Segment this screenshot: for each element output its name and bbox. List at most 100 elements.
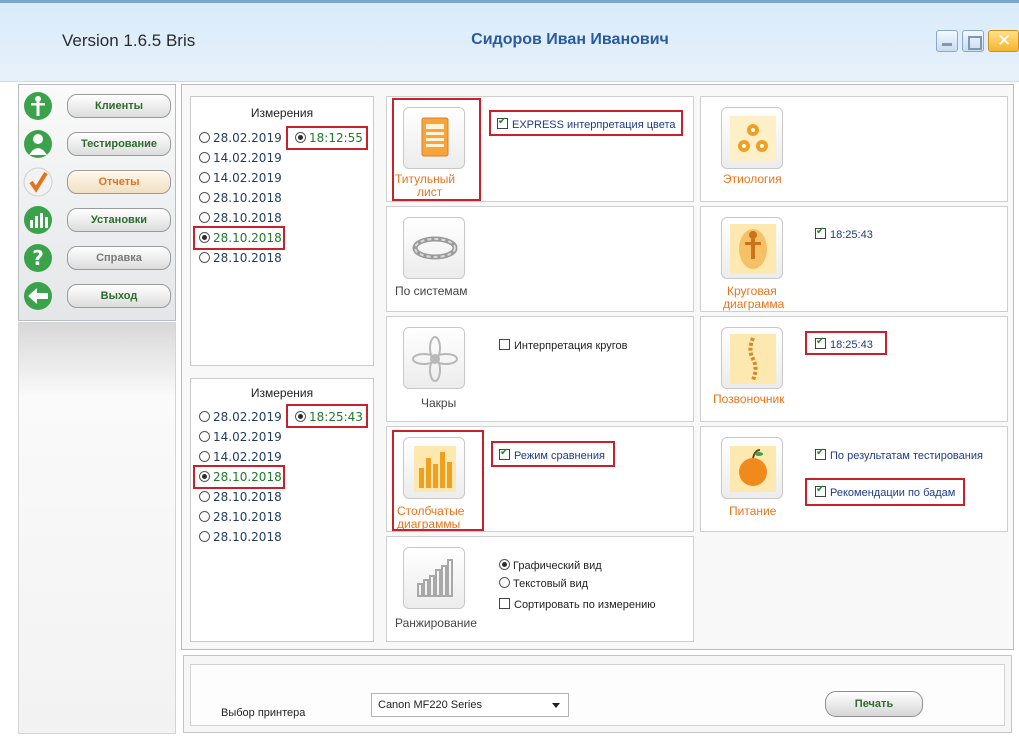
report-bar-charts: Столбчатыедиаграммы Режим сравнения — [386, 426, 694, 532]
chakras-label: Чакры — [421, 396, 457, 410]
circular-time-option[interactable]: 18:25:43 — [815, 226, 873, 241]
checkbox[interactable] — [499, 598, 510, 609]
reports-button[interactable]: Отчеты — [67, 170, 171, 194]
report-ranking: Ранжирование Графический вид Текстовый в… — [386, 536, 694, 642]
version-label: Version 1.6.5 Bris — [62, 31, 196, 50]
measurement-row[interactable]: 14.02.2019 — [199, 151, 282, 169]
report-circular-diagram: Круговаядиаграмма 18:25:43 — [700, 206, 1008, 312]
help-button[interactable]: Справка — [67, 246, 171, 270]
text-view-option[interactable]: Текстовый вид — [499, 577, 588, 590]
sort-by-measurement-option[interactable]: Сортировать по измерению — [499, 598, 655, 611]
highlight-box — [193, 465, 285, 489]
close-icon: ✕ — [997, 31, 1012, 51]
nav-item-settings[interactable]: Установки — [23, 203, 173, 237]
radio-button[interactable] — [199, 252, 210, 263]
measurement-row[interactable]: 28.10.2018 — [199, 191, 282, 209]
radio-button[interactable] — [199, 172, 210, 183]
report-chakras: Чакры Интерпретация кругов — [386, 316, 694, 422]
measurement-row[interactable]: 14.02.2019 — [199, 430, 282, 448]
ranking-label: Ранжирование — [395, 616, 477, 630]
printer-select-label: Выбор принтера — [221, 707, 306, 719]
by-systems-report-button[interactable] — [403, 217, 465, 279]
ranking-report-button[interactable] — [403, 547, 465, 609]
chakras-report-button[interactable] — [403, 327, 465, 389]
radio-button[interactable] — [199, 132, 210, 143]
spine-label: Позвоночник — [713, 392, 785, 406]
nav-item-clients[interactable]: Клиенты — [23, 89, 173, 123]
measurements-title: Измерения — [250, 106, 314, 120]
measurement-row[interactable]: 28.10.2018 — [199, 490, 282, 508]
lotus-icon — [412, 336, 458, 382]
measurements-panel-2: Измерения 28.02.2019 18:25:43 14.02.2019… — [190, 378, 374, 642]
highlight-box — [805, 331, 887, 355]
by-systems-label: По системам — [395, 284, 468, 298]
nav-item-testing[interactable]: Тестирование — [23, 127, 173, 161]
radio-button[interactable] — [199, 411, 210, 422]
circular-diagram-label: Круговая диаграмма — [723, 284, 785, 311]
measurements-title: Измерения — [250, 386, 314, 400]
svg-text:?: ? — [32, 246, 44, 270]
circular-diagram-report-button[interactable] — [721, 217, 783, 279]
ranking-bars-icon — [417, 559, 453, 597]
title-bar: Version 1.6.5 Bris Сидоров Иван Иванович… — [0, 0, 1019, 64]
etiology-label: Этиология — [723, 172, 782, 186]
checkbox[interactable] — [815, 447, 826, 460]
nav-item-exit[interactable]: Выход — [23, 279, 173, 313]
radio-button[interactable] — [199, 531, 210, 542]
question-icon: ? — [24, 244, 52, 272]
close-button[interactable]: ✕ — [988, 30, 1019, 52]
clients-button[interactable]: Клиенты — [67, 94, 171, 118]
circles-interpretation-option[interactable]: Интерпретация кругов — [499, 339, 628, 352]
maximize-button[interactable] — [962, 30, 984, 52]
radio-button[interactable] — [199, 192, 210, 203]
minimize-button[interactable] — [936, 30, 958, 52]
checkbox[interactable] — [815, 226, 826, 239]
by-testing-results-option[interactable]: По результатам тестирования — [815, 447, 983, 462]
measurements-panel-1: Измерения 28.02.2019 18:12:55 14.02.2019… — [190, 96, 374, 366]
person-icon — [24, 130, 52, 158]
settings-button[interactable]: Установки — [67, 208, 171, 232]
spine-report-button[interactable] — [721, 327, 783, 389]
printer-select-value: Canon MF220 Series — [378, 699, 482, 711]
testing-button[interactable]: Тестирование — [67, 132, 171, 156]
printer-select[interactable]: Canon MF220 Series — [371, 693, 569, 717]
radio-button[interactable] — [199, 152, 210, 163]
radio-button[interactable] — [499, 559, 510, 570]
etiology-report-button[interactable] — [721, 107, 783, 169]
highlight-box — [392, 98, 481, 201]
radio-button[interactable] — [499, 577, 510, 588]
exit-arrow-icon — [24, 282, 52, 310]
graphic-view-option[interactable]: Графический вид — [499, 559, 602, 572]
apple-icon — [730, 446, 776, 492]
report-title-page: Титульныйлист EXPRESS интерпретация цвет… — [386, 96, 694, 202]
measurement-row[interactable]: 28.02.2019 — [199, 131, 282, 149]
radio-button[interactable] — [199, 451, 210, 462]
highlight-box — [805, 478, 965, 506]
checkbox[interactable] — [499, 339, 510, 350]
nutrition-report-button[interactable] — [721, 437, 783, 499]
measurement-row[interactable]: 28.10.2018 — [199, 510, 282, 528]
radio-button[interactable] — [199, 511, 210, 522]
ring-icon — [412, 236, 458, 260]
radio-button[interactable] — [199, 212, 210, 223]
highlight-box — [286, 126, 368, 150]
report-spine: Позвоночник 18:25:43 — [700, 316, 1008, 422]
body-aura-icon — [730, 224, 776, 274]
nav-item-help[interactable]: ? Справка — [23, 241, 173, 275]
checkmark-icon — [23, 167, 53, 197]
radio-button[interactable] — [199, 431, 210, 442]
nav-item-reports[interactable]: Отчеты — [23, 165, 173, 199]
print-button[interactable]: Печать — [825, 691, 923, 717]
measurement-row[interactable]: 28.02.2019 — [199, 410, 282, 428]
measurement-row[interactable]: 14.02.2019 — [199, 171, 282, 189]
radio-button[interactable] — [199, 491, 210, 502]
measurement-row[interactable]: 28.10.2018 — [199, 251, 282, 269]
measurement-row[interactable]: 28.10.2018 — [199, 530, 282, 548]
highlight-box — [489, 110, 683, 136]
bars-settings-icon — [24, 206, 52, 234]
human-figure-icon — [24, 92, 52, 120]
exit-button[interactable]: Выход — [67, 284, 171, 308]
gears-icon — [730, 116, 776, 162]
header-band — [0, 64, 1019, 82]
main-navigation: Клиенты Тестирование Отчеты Установки ? … — [18, 84, 176, 321]
